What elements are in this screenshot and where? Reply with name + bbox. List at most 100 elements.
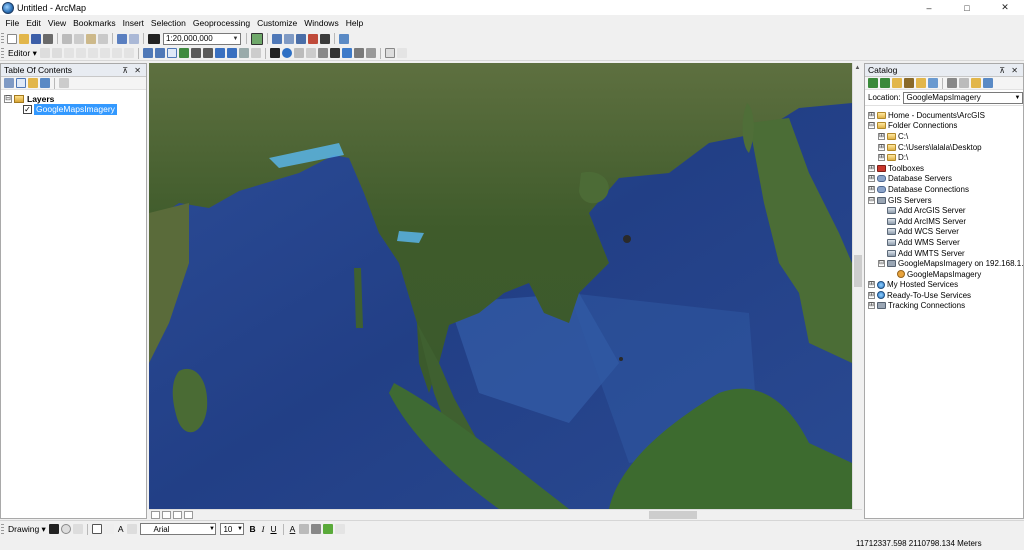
list-by-drawing-order-icon[interactable] bbox=[4, 78, 14, 88]
back-icon[interactable] bbox=[868, 78, 878, 88]
zoom-out-icon[interactable] bbox=[154, 48, 165, 58]
font-combo[interactable]: Arial ▼ bbox=[140, 523, 217, 535]
zoom-to-selected-icon[interactable] bbox=[72, 524, 83, 534]
data-view-icon[interactable] bbox=[151, 510, 160, 519]
disconnect-folder-icon[interactable] bbox=[928, 78, 938, 88]
tree-item-add-wms-server[interactable]: Add WMS Server bbox=[865, 237, 1023, 248]
shape-dropdown-icon[interactable] bbox=[103, 524, 114, 534]
expand-icon[interactable]: ⊞ bbox=[868, 302, 875, 310]
list-by-selection-icon[interactable] bbox=[40, 78, 50, 88]
fill-color-icon[interactable] bbox=[299, 524, 310, 534]
save-icon[interactable] bbox=[31, 33, 41, 44]
font-size-combo[interactable]: 10 ▼ bbox=[220, 523, 245, 535]
home-folder-icon[interactable] bbox=[904, 78, 914, 88]
tree-item-gis-servers[interactable]: ⊟ GIS Servers bbox=[865, 195, 1023, 206]
menu-view[interactable]: View bbox=[44, 15, 69, 31]
tree-item-add-arcgis-server[interactable]: Add ArcGIS Server bbox=[865, 205, 1023, 216]
new-document-icon[interactable] bbox=[7, 33, 17, 44]
identify-icon[interactable] bbox=[281, 48, 292, 58]
editor-toolbar-icon[interactable] bbox=[251, 32, 263, 45]
select-features-icon[interactable] bbox=[238, 48, 249, 58]
layer-name[interactable]: GoogleMapsImagery bbox=[34, 104, 117, 115]
tree-item-folder-connections[interactable]: ⊟ Folder Connections bbox=[865, 121, 1023, 132]
font-color-button[interactable]: A bbox=[290, 524, 296, 534]
vertical-scroll-thumb[interactable] bbox=[854, 255, 862, 287]
expand-icon[interactable]: ⊞ bbox=[878, 143, 885, 151]
time-slider-icon[interactable] bbox=[365, 48, 376, 58]
edit-vertices-icon[interactable] bbox=[127, 524, 138, 534]
menu-insert[interactable]: Insert bbox=[119, 15, 147, 31]
menu-edit[interactable]: Edit bbox=[23, 15, 45, 31]
expand-icon[interactable]: ⊞ bbox=[868, 111, 875, 119]
pan-icon[interactable] bbox=[166, 48, 177, 58]
toolbar-grip[interactable] bbox=[1, 33, 4, 44]
tree-item-imagery-server[interactable]: ⊟ GoogleMapsImagery on 192.168.1. bbox=[865, 258, 1023, 269]
collapse-icon[interactable]: ⊟ bbox=[878, 260, 885, 268]
menu-bookmarks[interactable]: Bookmarks bbox=[70, 15, 120, 31]
menu-geoprocessing[interactable]: Geoprocessing bbox=[189, 15, 253, 31]
close-button[interactable]: ✕ bbox=[986, 0, 1024, 15]
overflow-chevron-icon[interactable] bbox=[396, 48, 407, 58]
hyperlink-icon[interactable] bbox=[293, 48, 304, 58]
views-icon[interactable] bbox=[947, 78, 957, 88]
pause-drawing-icon[interactable] bbox=[184, 510, 193, 519]
rotate-element-icon[interactable] bbox=[60, 524, 71, 534]
print-icon[interactable] bbox=[43, 33, 53, 44]
tree-item-c-drive[interactable]: ⊞ C:\ bbox=[865, 131, 1023, 142]
overflow-chevron-icon[interactable] bbox=[335, 524, 346, 534]
up-one-level-icon[interactable] bbox=[892, 78, 902, 88]
toggle-contents-icon[interactable] bbox=[959, 78, 969, 88]
straight-segment-icon[interactable] bbox=[63, 48, 74, 58]
split-icon[interactable] bbox=[87, 48, 98, 58]
rectangle-icon[interactable] bbox=[91, 524, 102, 534]
full-extent-icon[interactable] bbox=[178, 48, 189, 58]
redo-icon[interactable] bbox=[129, 33, 139, 44]
clear-selection-icon[interactable] bbox=[250, 48, 261, 58]
horizontal-scroll-thumb[interactable] bbox=[649, 511, 697, 519]
tree-item-desktop[interactable]: ⊞ C:\Users\lalala\Desktop bbox=[865, 142, 1023, 153]
drawing-menu[interactable]: Drawing ▾ bbox=[8, 524, 46, 535]
trace-icon[interactable] bbox=[75, 48, 86, 58]
refresh-view-icon[interactable] bbox=[173, 510, 182, 519]
expand-icon[interactable]: ⊞ bbox=[878, 154, 885, 162]
rotate-icon[interactable] bbox=[99, 48, 110, 58]
layer-row[interactable]: ✓ GoogleMapsImagery bbox=[23, 104, 117, 115]
tree-item-database-servers[interactable]: ⊞ Database Servers bbox=[865, 174, 1023, 185]
delete-icon[interactable] bbox=[98, 33, 108, 44]
forward-extent-icon[interactable] bbox=[226, 48, 237, 58]
expand-icon[interactable]: ⊞ bbox=[868, 281, 875, 289]
viewer-window-icon[interactable] bbox=[384, 48, 395, 58]
tree-item-ready-to-use-services[interactable]: ⊞ Ready-To-Use Services bbox=[865, 290, 1023, 301]
select-elements-icon[interactable] bbox=[269, 48, 280, 58]
toc-pin-close[interactable]: ⊼ ✕ bbox=[122, 66, 143, 75]
edit-tool-icon[interactable] bbox=[39, 48, 50, 58]
expand-icon[interactable]: ⊞ bbox=[868, 164, 875, 172]
maximize-button[interactable]: □ bbox=[948, 0, 986, 15]
map-display[interactable] bbox=[149, 63, 852, 509]
find-icon[interactable] bbox=[329, 48, 340, 58]
tree-item-my-hosted-services[interactable]: ⊞ My Hosted Services bbox=[865, 280, 1023, 291]
sketch-properties-icon[interactable] bbox=[123, 48, 134, 58]
text-tool[interactable]: A bbox=[118, 524, 124, 534]
list-by-source-icon[interactable] bbox=[16, 78, 26, 88]
attributes-icon[interactable] bbox=[111, 48, 122, 58]
collapse-icon[interactable]: ⊟ bbox=[868, 196, 875, 204]
marker-color-icon[interactable] bbox=[323, 524, 334, 534]
expand-icon[interactable]: ⊞ bbox=[868, 291, 875, 299]
menu-file[interactable]: File bbox=[2, 15, 23, 31]
catalog-pin-close[interactable]: ⊼ ✕ bbox=[999, 66, 1020, 75]
scroll-up-icon[interactable]: ▲ bbox=[853, 63, 862, 73]
menu-windows[interactable]: Windows bbox=[301, 15, 342, 31]
menu-customize[interactable]: Customize bbox=[254, 15, 301, 31]
fixed-zoom-out-icon[interactable] bbox=[202, 48, 213, 58]
layers-group[interactable]: ⊟ Layers bbox=[4, 94, 54, 104]
expand-icon[interactable]: ⊞ bbox=[868, 185, 875, 193]
connect-server-icon[interactable] bbox=[983, 78, 993, 88]
minimize-button[interactable]: – bbox=[910, 0, 948, 15]
add-data-icon[interactable] bbox=[148, 33, 160, 44]
bold-button[interactable]: B bbox=[249, 524, 255, 534]
find-route-icon[interactable] bbox=[341, 48, 352, 58]
arctoolbox-icon[interactable] bbox=[308, 33, 318, 44]
cut-icon[interactable] bbox=[62, 33, 72, 44]
tree-item-d-drive[interactable]: ⊞ D:\ bbox=[865, 152, 1023, 163]
